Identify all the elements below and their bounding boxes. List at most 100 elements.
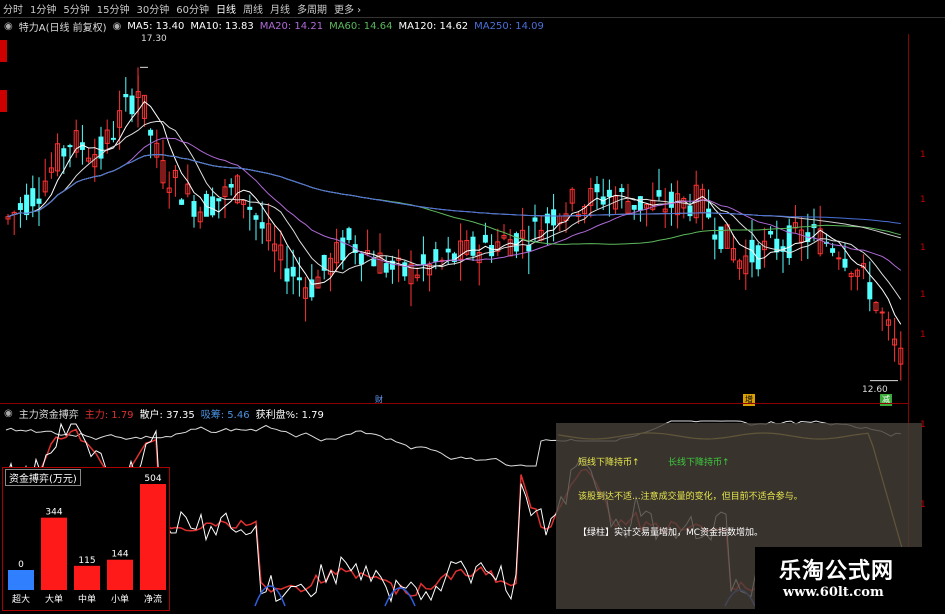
candle-body <box>296 277 302 281</box>
candle-body <box>383 263 389 273</box>
candle-body <box>619 188 625 192</box>
fund-bar-净流 <box>140 484 166 590</box>
candle-body <box>489 244 495 257</box>
candle-body <box>656 190 662 197</box>
candle-body <box>668 191 674 208</box>
candle-body <box>358 253 364 265</box>
tab-daily[interactable]: 日线 <box>213 1 240 16</box>
ma20-line <box>7 137 902 271</box>
candle-body <box>879 311 885 314</box>
fund-bar-大单 <box>41 517 67 590</box>
tab-monthly[interactable]: 月线 <box>267 1 294 16</box>
candlestick-chart[interactable] <box>0 34 908 402</box>
ma5-label: MA5: 13.40 <box>127 20 185 32</box>
buy-signal-text: 【绿柱】实计交易量增加，MC资金指数增加。 <box>578 528 764 538</box>
tab-multi-period[interactable]: 多周期 <box>294 1 331 16</box>
low-price-label: 12.60 <box>862 385 888 395</box>
marker-zeng[interactable]: 增 <box>743 394 755 406</box>
candle-body <box>253 215 259 220</box>
marker-cai[interactable]: 财 <box>373 394 385 406</box>
candle-body <box>148 129 154 136</box>
candle-body <box>110 137 116 140</box>
candle-body <box>129 95 135 115</box>
fund-bar-超大 <box>8 570 34 590</box>
candle-body <box>290 266 296 277</box>
candle-body <box>191 201 197 217</box>
ma120-line <box>7 153 901 239</box>
candle-body <box>216 198 222 202</box>
tab-30min[interactable]: 30分钟 <box>133 1 173 16</box>
fund-bar-value: 144 <box>111 550 128 560</box>
candle-body <box>259 222 265 229</box>
tab-timeshare[interactable]: 分时 <box>0 1 27 16</box>
fund-bar-value: 115 <box>78 556 95 566</box>
candle-body <box>36 198 42 204</box>
ma120-label: MA120: 14.62 <box>398 20 469 32</box>
axis-tick: 1 <box>920 195 926 205</box>
candle-body <box>631 204 637 210</box>
ma60-line <box>7 153 901 245</box>
candle-body <box>228 184 234 188</box>
settings-icon-2[interactable]: ◉ <box>113 21 122 32</box>
settings-icon[interactable]: ◉ <box>4 21 13 32</box>
candle-body <box>371 259 377 267</box>
candle-body <box>551 209 557 226</box>
candle-body <box>712 234 718 240</box>
candle-body <box>123 94 129 98</box>
fund-bar-value: 0 <box>18 560 24 570</box>
tab-more[interactable]: 更多 › <box>331 1 365 16</box>
pane-separator <box>0 403 908 404</box>
axis-tick: 1 <box>920 243 926 253</box>
candle-body <box>842 258 848 268</box>
main-chart-title: 特力A(日线 前复权) <box>18 22 107 34</box>
fund-bar-value: 504 <box>144 474 161 484</box>
watermark: 乐淘公式网 www.60lt.com <box>755 547 945 609</box>
candle-body <box>433 249 439 262</box>
fund-bar-中单 <box>74 565 100 590</box>
tab-5min[interactable]: 5分钟 <box>60 1 93 16</box>
long-trend-text: 长线下降持币↑ <box>668 458 730 468</box>
candle-body <box>606 189 612 197</box>
fund-bar-value: 344 <box>45 508 62 518</box>
candle-body <box>445 248 451 253</box>
candle-body <box>67 145 73 148</box>
candle-body <box>532 217 538 222</box>
fund-bar-小单 <box>107 559 133 590</box>
ma250-label: MA250: 14.09 <box>474 20 544 32</box>
fund-bar-chart: 0 超大 344 大单 115 中单 144 小单 504 净流 <box>8 474 166 605</box>
ma60-label: MA60: 14.64 <box>329 20 393 32</box>
candle-body <box>61 148 67 157</box>
candle-body <box>247 206 253 210</box>
axis-tick: 1 <box>920 420 926 430</box>
tab-weekly[interactable]: 周线 <box>240 1 267 16</box>
fund-flow-panel: 资金搏弈(万元) 0 超大 344 大单 115 中单 144 小单 504 净流 <box>2 467 170 611</box>
marker-jian[interactable]: 减 <box>880 394 892 406</box>
candle-body <box>284 268 290 282</box>
fund-bar-category: 大单 <box>45 593 63 605</box>
ma20-label: MA20: 14.21 <box>259 20 324 32</box>
fund-bar-category: 净流 <box>144 593 162 605</box>
candle-body <box>179 199 185 205</box>
tab-1min[interactable]: 1分钟 <box>27 1 60 16</box>
ma5-line <box>7 100 902 325</box>
fund-bar-category: 超大 <box>12 593 30 605</box>
fund-panel-title: 资金搏弈(万元) <box>5 469 81 486</box>
candle-body <box>30 188 36 207</box>
axis-tick: 1 <box>920 290 926 300</box>
candle-body <box>470 236 476 256</box>
ma10-label: MA10: 13.83 <box>190 20 254 32</box>
short-trend-text: 短线下降持币↑ <box>578 458 640 468</box>
tab-15min[interactable]: 15分钟 <box>94 1 134 16</box>
candle-body <box>210 196 216 216</box>
candle-body <box>482 234 488 243</box>
ma250-line <box>7 153 901 224</box>
watermark-url: www.60lt.com <box>783 585 884 600</box>
fund-bar-category: 小单 <box>111 593 129 605</box>
high-price-label: 17.30 <box>141 34 167 44</box>
candle-body <box>24 194 30 216</box>
candle-body <box>830 248 836 253</box>
candle-body <box>420 254 426 266</box>
candle-body <box>346 228 352 241</box>
accumulation-bump <box>384 587 416 607</box>
tab-60min[interactable]: 60分钟 <box>173 1 213 16</box>
